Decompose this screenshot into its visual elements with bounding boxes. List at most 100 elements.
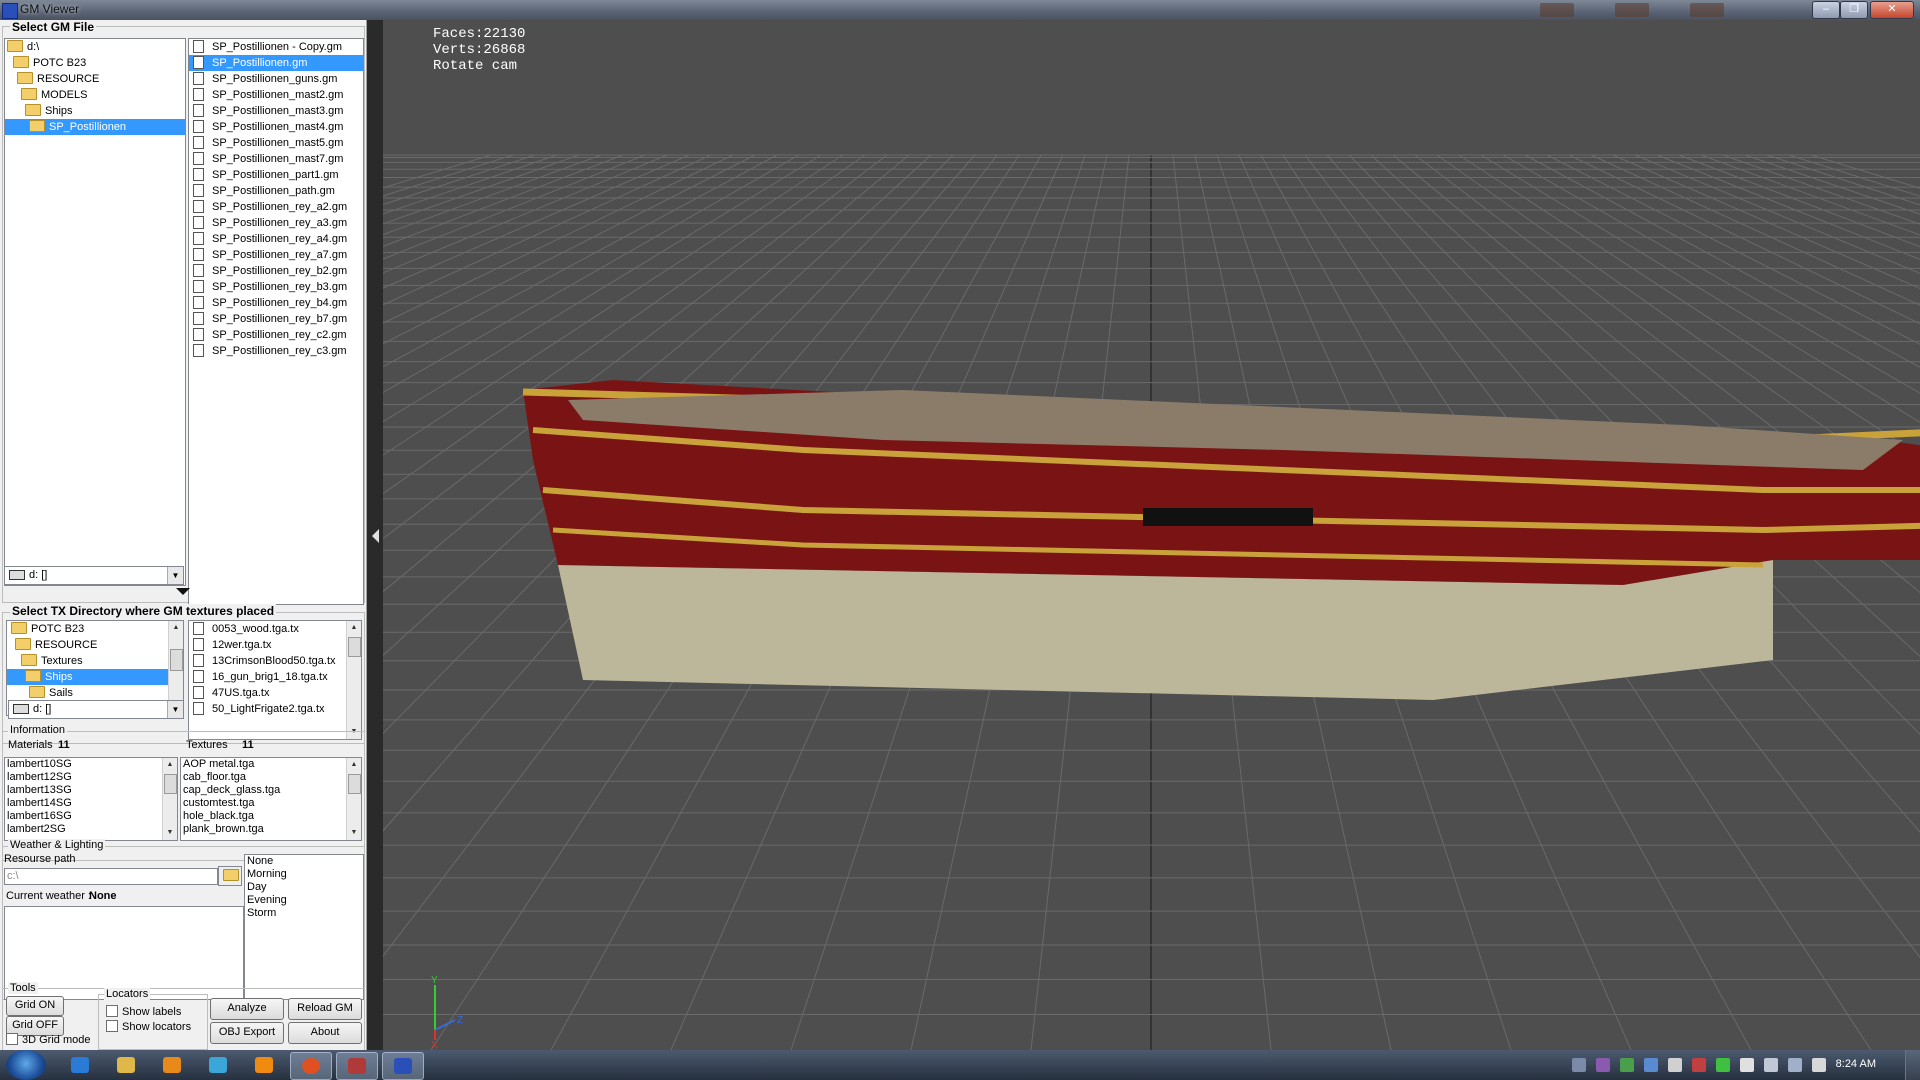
analyze-button[interactable]: Analyze [210, 998, 284, 1020]
start-button[interactable] [6, 1050, 46, 1080]
materials-list[interactable]: lambert10SG lambert12SG lambert13SG lambert… [4, 757, 178, 841]
scroll-thumb[interactable] [348, 637, 361, 657]
volume-icon[interactable] [1812, 1058, 1826, 1072]
scroll-down-icon[interactable]: ▼ [347, 826, 361, 840]
tray-icon[interactable] [1716, 1058, 1730, 1072]
scroll-down-icon[interactable]: ▼ [163, 826, 177, 840]
grid-on-button[interactable]: Grid ON [6, 996, 64, 1016]
resource-path-input[interactable]: c:\ [4, 868, 218, 885]
tree-item[interactable]: RESOURCE [5, 71, 185, 87]
weather-options-list[interactable]: None Morning Day Evening Storm [244, 854, 364, 1000]
tree-item[interactable]: Sails [7, 685, 183, 701]
gm-folder-tree[interactable]: d:\ POTC B23 RESOURCE MODELS Ships SP_Po… [4, 38, 186, 586]
materials-scrollbar[interactable]: ▲ ▼ [162, 758, 177, 840]
show-locators-checkbox[interactable]: Show locators [106, 1020, 191, 1033]
texture-file-item[interactable]: 13CrimsonBlood50.tga.tx [189, 653, 345, 669]
tree-item[interactable]: POTC B23 [7, 621, 183, 637]
scroll-thumb[interactable] [170, 649, 183, 671]
texture-file-item[interactable]: 16_gun_brig1_18.tga.tx [189, 669, 345, 685]
tray-icon[interactable] [1668, 1058, 1682, 1072]
material-item[interactable]: lambert13SG [5, 784, 177, 797]
tray-icon[interactable] [1620, 1058, 1634, 1072]
file-list-item[interactable]: SP_Postillionen_rey_b7.gm [189, 311, 363, 327]
browse-folder-button[interactable] [218, 866, 242, 886]
material-item[interactable]: lambert10SG [5, 758, 177, 771]
gm-drive-select[interactable]: d: [] ▼ [4, 566, 184, 585]
texture-item[interactable]: customtest.tga [181, 797, 361, 810]
taskbar-media[interactable] [152, 1052, 192, 1078]
material-item[interactable]: lambert16SG [5, 810, 177, 823]
network-icon[interactable] [1788, 1058, 1802, 1072]
file-list-item[interactable]: SP_Postillionen_rey_a7.gm [189, 247, 363, 263]
file-list-item[interactable]: SP_Postillionen_mast2.gm [189, 87, 363, 103]
tree-item-selected[interactable]: Ships [7, 669, 173, 685]
tree-item[interactable]: POTC B23 [5, 55, 185, 71]
taskbar-gm-viewer[interactable] [382, 1052, 424, 1080]
file-list-item[interactable]: SP_Postillionen_guns.gm [189, 71, 363, 87]
taskbar-app[interactable] [198, 1052, 238, 1078]
taskbar-explorer[interactable] [106, 1052, 146, 1078]
weather-option[interactable]: Evening [245, 894, 363, 907]
textures-list[interactable]: AOP metal.tga cab_floor.tga cap_deck_glass… [180, 757, 362, 841]
file-list-item[interactable]: SP_Postillionen_part1.gm [189, 167, 363, 183]
close-button[interactable]: ✕ [1870, 1, 1914, 19]
material-item[interactable]: lambert2SG [5, 823, 177, 836]
maximize-button[interactable]: ❐ [1840, 1, 1868, 19]
tx-drive-select[interactable]: d: [] ▼ [8, 700, 184, 719]
texture-file-item[interactable]: 0053_wood.tga.tx [189, 621, 345, 637]
tree-item[interactable]: d:\ [5, 39, 185, 55]
taskbar-game[interactable] [336, 1052, 378, 1080]
collapse-arrow-icon[interactable] [372, 529, 379, 543]
file-list-item[interactable]: SP_Postillionen_rey_c2.gm [189, 327, 363, 343]
texture-item[interactable]: hole_black.tga [181, 810, 361, 823]
taskbar-ie[interactable] [60, 1052, 100, 1078]
panel-splitter[interactable] [367, 20, 383, 1050]
scroll-up-icon[interactable]: ▲ [163, 758, 177, 772]
weather-option[interactable]: None [245, 855, 363, 868]
file-list-item[interactable]: SP_Postillionen_rey_b3.gm [189, 279, 363, 295]
texture-item[interactable]: cap_deck_glass.tga [181, 784, 361, 797]
chevron-down-icon[interactable]: ▼ [167, 567, 183, 584]
texture-item[interactable]: AOP metal.tga [181, 758, 361, 771]
file-list-item[interactable]: SP_Postillionen_rey_a4.gm [189, 231, 363, 247]
file-list-item[interactable]: SP_Postillionen - Copy.gm [189, 39, 363, 55]
3d-grid-checkbox[interactable]: 3D Grid mode [6, 1033, 90, 1046]
texture-item[interactable]: plank_brown.tga [181, 823, 361, 836]
file-list-item[interactable]: SP_Postillionen_rey_b2.gm [189, 263, 363, 279]
material-item[interactable]: lambert12SG [5, 771, 177, 784]
tree-item-selected[interactable]: SP_Postillionen [5, 119, 185, 135]
tray-icon[interactable] [1572, 1058, 1586, 1072]
scroll-up-icon[interactable]: ▲ [347, 758, 361, 772]
tree-item[interactable]: Textures [7, 653, 183, 669]
scroll-thumb[interactable] [164, 774, 177, 794]
file-list-item[interactable]: SP_Postillionen.gm [189, 55, 363, 71]
about-button[interactable]: About [288, 1022, 362, 1044]
flag-icon[interactable] [1764, 1058, 1778, 1072]
tree-item[interactable]: MODELS [5, 87, 185, 103]
tray-icon[interactable] [1644, 1058, 1658, 1072]
material-item[interactable]: lambert14SG [5, 797, 177, 810]
file-list-item[interactable]: SP_Postillionen_mast5.gm [189, 135, 363, 151]
clock[interactable]: 8:24 AM [1836, 1058, 1876, 1070]
file-list-item[interactable]: SP_Postillionen_rey_b4.gm [189, 295, 363, 311]
tx-files-scrollbar[interactable]: ▲ ▼ [346, 621, 361, 739]
tray-icon[interactable] [1740, 1058, 1754, 1072]
texture-file-item[interactable]: 47US.tga.tx [189, 685, 345, 701]
scroll-up-icon[interactable]: ▲ [169, 621, 183, 635]
file-list-item[interactable]: SP_Postillionen_mast3.gm [189, 103, 363, 119]
tray-icon[interactable] [1692, 1058, 1706, 1072]
scroll-thumb[interactable] [348, 774, 361, 794]
texture-file-item[interactable]: 50_LightFrigate2.tga.tx [189, 701, 345, 717]
texture-file-item[interactable]: 12wer.tga.tx [189, 637, 345, 653]
scroll-up-icon[interactable]: ▲ [347, 621, 361, 635]
file-list-item[interactable]: SP_Postillionen_rey_a3.gm [189, 215, 363, 231]
gm-file-list[interactable]: SP_Postillionen - Copy.gm SP_Postillionen… [188, 38, 364, 605]
obj-export-button[interactable]: OBJ Export [210, 1022, 284, 1044]
taskbar-vlc[interactable] [244, 1052, 284, 1078]
tx-file-list[interactable]: 0053_wood.tga.tx 12wer.tga.tx 13CrimsonBlo… [188, 620, 362, 740]
file-list-item[interactable]: SP_Postillionen_rey_c3.gm [189, 343, 363, 359]
show-labels-checkbox[interactable]: Show labels [106, 1005, 181, 1018]
tray-icon[interactable] [1596, 1058, 1610, 1072]
weather-option[interactable]: Morning [245, 868, 363, 881]
file-list-item[interactable]: SP_Postillionen_mast4.gm [189, 119, 363, 135]
